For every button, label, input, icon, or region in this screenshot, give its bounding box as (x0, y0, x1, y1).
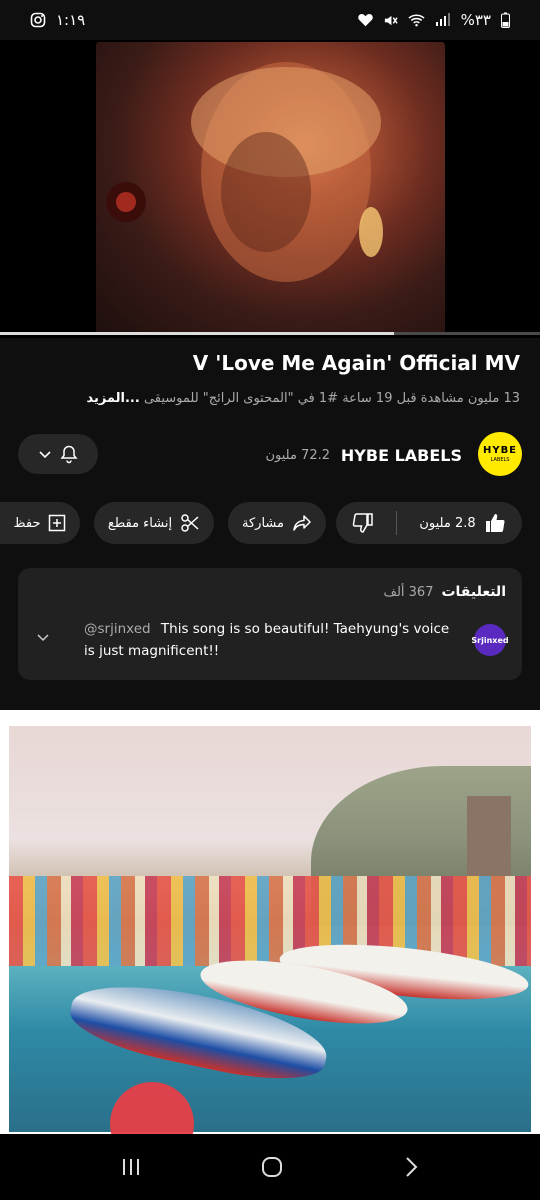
like-dislike-group: 2.8 مليون (336, 502, 522, 544)
comments-label: التعليقات (441, 584, 506, 600)
subscription-bell-button[interactable] (18, 434, 98, 474)
system-nav-bar (0, 1134, 540, 1200)
status-left: ١:١٩ (30, 11, 85, 29)
save-playlist-icon (48, 514, 66, 532)
channel-avatar-subtext: LABELS (490, 457, 510, 463)
heart-status-icon (357, 13, 373, 27)
like-divider (396, 511, 398, 535)
expand-comments-icon[interactable] (36, 630, 50, 644)
channel-avatar-text: HYBE (482, 445, 518, 456)
like-button[interactable]: 2.8 مليون (405, 502, 519, 544)
video-progress-bar[interactable] (0, 332, 540, 335)
commenter-handle: @srjinxed (84, 621, 151, 637)
wifi-icon (408, 13, 425, 27)
scissors-icon (180, 513, 200, 533)
back-icon[interactable] (401, 1155, 421, 1179)
share-label: مشاركة (242, 515, 284, 531)
status-time: ١:١٩ (56, 11, 86, 29)
battery-icon (501, 12, 510, 28)
save-label: حفظ (13, 515, 41, 531)
channel-avatar[interactable]: HYBE LABELS (478, 432, 522, 476)
scene-houses (9, 876, 531, 966)
clip-button[interactable]: إنشاء مقطع (94, 502, 214, 544)
battery-percent: %٣٣ (460, 11, 491, 29)
save-button[interactable]: حفظ (0, 502, 80, 544)
status-right: %٣٣ (357, 11, 510, 29)
share-button[interactable]: مشاركة (228, 502, 326, 544)
instagram-icon (30, 12, 46, 28)
share-icon (292, 514, 312, 532)
comments-section[interactable]: التعليقات 367 ألف Srjinxed @srjinxed Thi… (18, 568, 522, 680)
bell-icon (59, 444, 79, 464)
status-bar: ١:١٩ %٣٣ (0, 0, 540, 40)
video-title[interactable]: V 'Love Me Again' Official MV (193, 351, 520, 375)
subscriber-count: 72.2 مليون (265, 448, 330, 463)
recent-apps-icon[interactable] (119, 1156, 143, 1178)
clip-label: إنشاء مقطع (107, 515, 173, 531)
comments-count: 367 ألف (383, 585, 434, 600)
channel-name[interactable]: HYBE LABELS (341, 446, 462, 465)
action-buttons: 2.8 مليون مشاركة إنشاء مقطع حفظ (0, 502, 540, 544)
channel-row: HYBE LABELS HYBE LABELS 72.2 مليون (0, 432, 540, 480)
signal-icon (435, 13, 451, 27)
chevron-down-icon (37, 446, 53, 462)
home-icon[interactable] (260, 1155, 284, 1179)
comments-header: التعليقات 367 ألف (383, 584, 506, 600)
thumbs-up-icon (484, 512, 506, 534)
video-meta[interactable]: 13 مليون مشاهدة قبل 19 ساعة #1 في "المحت… (20, 391, 520, 406)
video-progress-fill (0, 332, 395, 335)
scenic-image (9, 726, 531, 1132)
video-meta-text: 13 مليون مشاهدة قبل 19 ساعة #1 في "المحت… (143, 391, 520, 406)
mute-icon (383, 13, 398, 28)
video-thumbnail[interactable] (96, 42, 445, 334)
more-link[interactable]: ...المزيد (86, 391, 139, 406)
top-comment[interactable]: @srjinxed This song is so beautiful! Tae… (84, 618, 464, 662)
dislike-button[interactable] (338, 502, 388, 544)
commenter-avatar[interactable]: Srjinxed (471, 624, 509, 656)
like-count: 2.8 مليون (419, 515, 476, 531)
video-player[interactable] (0, 40, 540, 338)
thumbs-down-icon (352, 512, 374, 534)
